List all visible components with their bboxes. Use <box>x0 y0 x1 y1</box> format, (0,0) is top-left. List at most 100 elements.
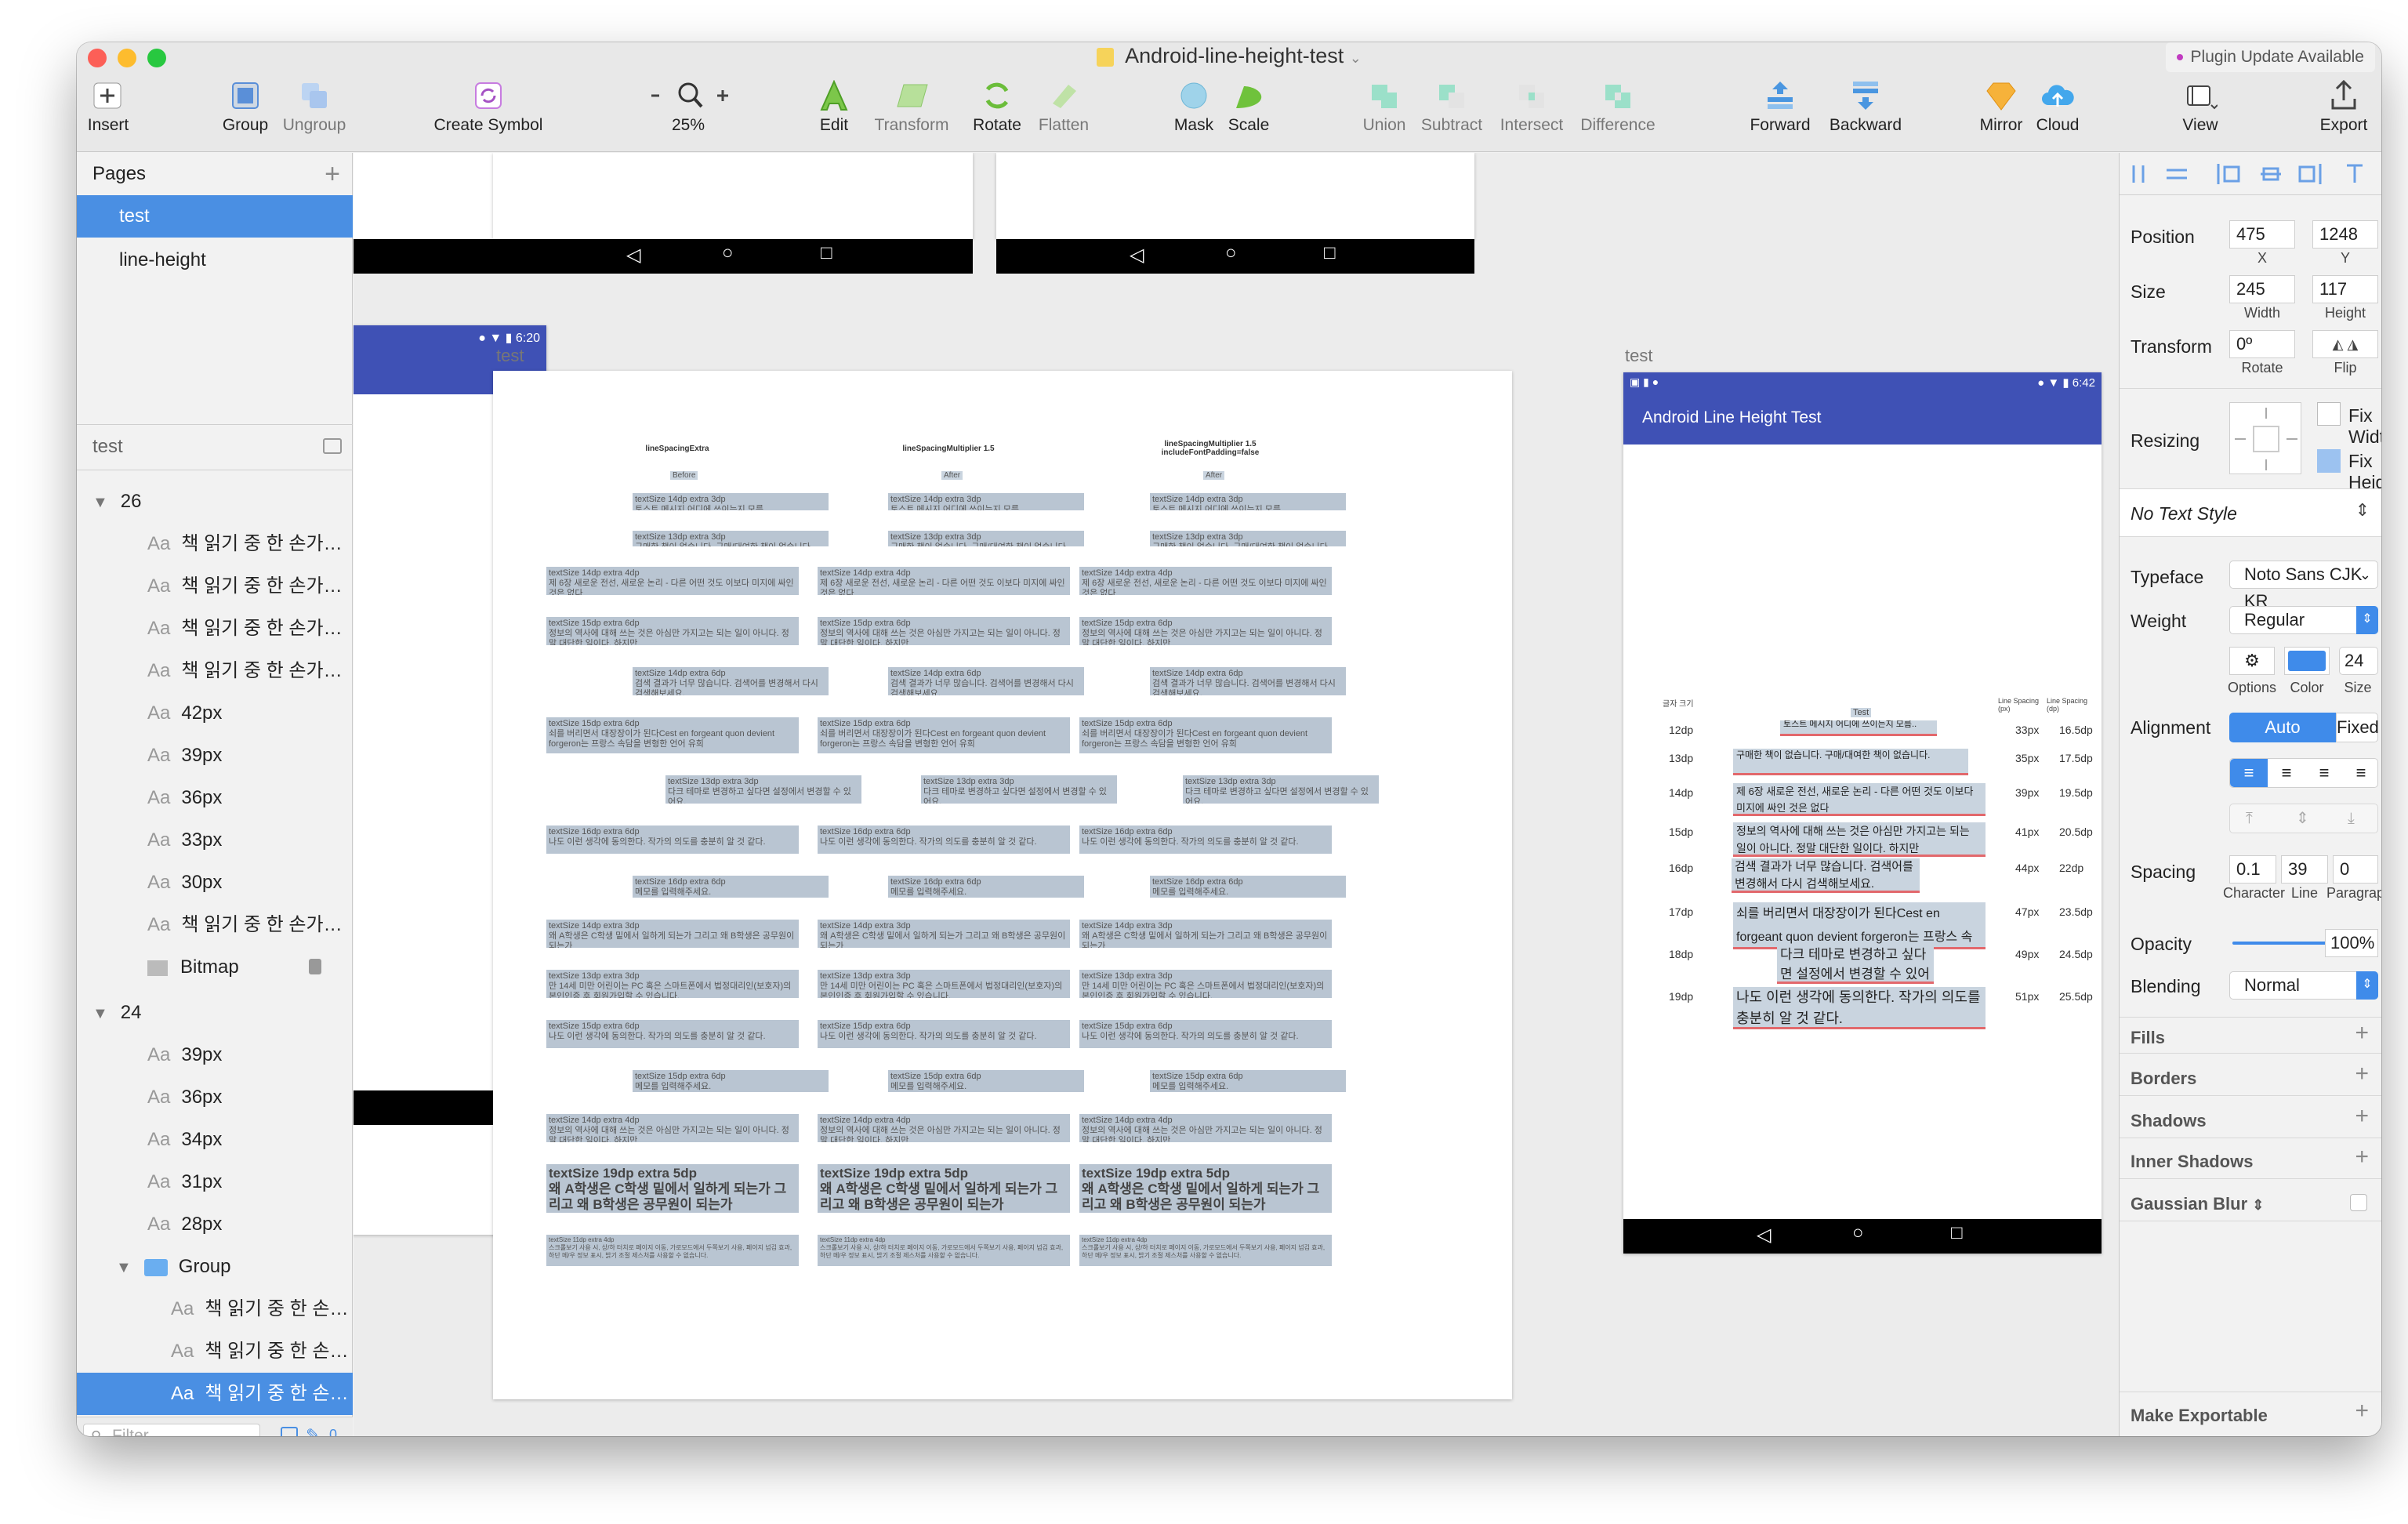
test-text-block[interactable]: 토스트 메시지 어디에 쓰이는지 모름.. <box>1780 720 1937 736</box>
make-exportable-section[interactable]: Make Exportable <box>2131 1406 2268 1426</box>
vertical-align-segment[interactable]: ⤒ ⇕ ⤓ <box>2229 804 2378 833</box>
align-bottom-icon[interactable]: ⤓ <box>2348 804 2355 833</box>
test-text-block[interactable]: 나도 이런 생각에 동의한다. 작가의 의도를 충분히 알 것 같다. <box>1733 987 1986 1029</box>
add-export-plus-icon[interactable]: + <box>2355 1398 2369 1424</box>
test-text-block[interactable]: 제 6장 새로운 전선, 새로운 논리 - 다른 어떤 것도 이보다 미지에 싸… <box>1733 783 1986 816</box>
text-block[interactable]: textSize 14dp extra 3dp 왜 A학생은 C학생 밑에서 일하… <box>1079 920 1332 948</box>
scale-button[interactable]: Scale <box>1221 80 1276 135</box>
forward-button[interactable]: Forward <box>1745 80 1815 135</box>
layer-item[interactable]: Aa 31px <box>77 1161 353 1203</box>
edit-button[interactable]: Edit <box>811 79 858 135</box>
insert-button[interactable]: Insert <box>83 80 133 135</box>
text-block[interactable]: textSize 19dp extra 5dp 왜 A학생은 C학생 밑에서 일하… <box>546 1164 799 1213</box>
layer-item[interactable]: Aa 책 읽기 중 한 손가… <box>77 523 353 565</box>
text-block[interactable]: textSize 14dp extra 4dp 정보의 역사에 대해 쓰는 것은 … <box>546 1114 799 1142</box>
shadows-section[interactable]: Shadows <box>2131 1111 2207 1131</box>
cloud-button[interactable]: Cloud <box>2030 80 2085 135</box>
text-block[interactable]: textSize 14dp extra 4dp 제 6장 새로운 전선, 새로운 … <box>546 567 799 595</box>
align-middle-icon[interactable]: ⇕ <box>2296 804 2309 833</box>
intersect-button[interactable]: Intersect <box>1494 80 1569 135</box>
text-block[interactable]: textSize 14dp extra 4dp 정보의 역사에 대해 쓰는 것은 … <box>1079 1114 1332 1142</box>
mask-button[interactable]: Mask <box>1166 80 1221 135</box>
borders-section[interactable]: Borders <box>2131 1069 2196 1089</box>
layer-item[interactable]: Aa 책 읽기 중 한 손가… <box>77 565 353 608</box>
filter-input[interactable]: Filter <box>83 1424 260 1436</box>
layer-item-selected[interactable]: Aa 책 읽기 중 한 손… <box>77 1373 353 1415</box>
artboard-top[interactable] <box>996 153 1474 239</box>
text-block[interactable]: textSize 14dp extra 6dp 검색 결과가 너무 많습니다. 검… <box>633 667 829 695</box>
text-block[interactable]: textSize 11dp extra 4dp 스크롤보기 사용 시, 상/하 터… <box>818 1235 1070 1266</box>
view-button[interactable]: View <box>2173 80 2228 135</box>
text-block[interactable]: textSize 14dp extra 4dp 정보의 역사에 대해 쓰는 것은 … <box>818 1114 1070 1142</box>
text-color-well[interactable] <box>2284 647 2330 675</box>
align-center-icon[interactable]: ≡ <box>2268 759 2305 787</box>
fix-height-icon[interactable] <box>2317 449 2341 473</box>
text-block[interactable]: textSize 16dp extra 6dp 나도 이런 생각에 동의한다. 작… <box>818 826 1070 854</box>
text-block[interactable]: textSize 14dp extra 4dp 제 6장 새로운 전선, 새로운 … <box>818 567 1070 595</box>
artboard-label[interactable]: test <box>496 346 524 366</box>
text-block[interactable]: textSize 13dp extra 3dp 다크 테마로 변경하고 싶다면 설… <box>1183 775 1379 804</box>
text-block[interactable]: textSize 15dp extra 6dp 메모를 입력해주세요. <box>1150 1070 1346 1092</box>
canvas[interactable]: ◁ ○ □ ◁ ○ □ ● ▼ ▮ 6:20 test lineSpacingE… <box>354 153 2119 1436</box>
height-input[interactable]: 117 <box>2312 275 2378 303</box>
add-inner-shadow-plus-icon[interactable]: + <box>2355 1144 2369 1170</box>
chevron-down-icon[interactable]: ⌄ <box>1350 50 1362 66</box>
text-block[interactable]: textSize 15dp extra 6dp 나도 이런 생각에 동의한다. 작… <box>818 1020 1070 1048</box>
artboard-label[interactable]: test <box>1625 346 1652 366</box>
text-block[interactable]: textSize 15dp extra 6dp 나도 이런 생각에 동의한다. 작… <box>1079 1020 1332 1048</box>
layer-item[interactable]: Aa 책 읽기 중 한 손가… <box>77 608 353 650</box>
character-spacing-input[interactable]: 0.1 <box>2229 855 2276 884</box>
text-block[interactable]: textSize 13dp extra 3dp구매한 책이 없습니다. 구매/대… <box>633 531 829 546</box>
fixed-width-toggle[interactable]: Fixed <box>2336 713 2379 742</box>
text-block[interactable]: textSize 14dp extra 3dp 토스트 메시지 어디에 쓰이는지 … <box>888 493 1084 510</box>
text-block[interactable]: textSize 14dp extra 6dp 검색 결과가 너무 많습니다. 검… <box>888 667 1084 695</box>
difference-button[interactable]: Difference <box>1572 80 1663 135</box>
test-text-block[interactable]: 쇠를 버리면서 대장장이가 된다Cest en forgeant quon de… <box>1733 902 1986 949</box>
page-item-test[interactable]: test <box>77 195 353 238</box>
layer-item[interactable]: Aa 36px <box>77 1076 353 1119</box>
mirror-button[interactable]: Mirror <box>1974 80 2029 135</box>
collapse-all-icon[interactable] <box>323 438 342 454</box>
layer-item[interactable]: Aa 책 읽기 중 한 손… <box>77 1330 353 1373</box>
weight-select[interactable]: Regular ⇕ <box>2229 606 2378 634</box>
text-block[interactable]: textSize 14dp extra 3dp 왜 A학생은 C학생 밑에서 일하… <box>818 920 1070 948</box>
add-fill-plus-icon[interactable]: + <box>2355 1020 2369 1047</box>
add-border-plus-icon[interactable]: + <box>2355 1061 2369 1087</box>
y-input[interactable]: 1248 <box>2312 220 2378 249</box>
slice-filter-icon[interactable]: ✎ <box>306 1425 320 1436</box>
text-block[interactable]: textSize 14dp extra 3dp 왜 A학생은 C학생 밑에서 일하… <box>546 920 799 948</box>
flip-buttons[interactable]: ◭ ◮ <box>2312 330 2378 358</box>
plugin-update-badge[interactable]: Plugin Update Available <box>2165 42 2375 72</box>
lock-icon[interactable] <box>309 959 321 974</box>
flip-horizontal-icon[interactable]: ◭ <box>2333 336 2344 352</box>
layer-item[interactable]: Aa 36px <box>77 777 353 819</box>
group-button[interactable]: Group <box>218 80 273 135</box>
layer-item[interactable]: Aa 34px <box>77 1119 353 1161</box>
add-page-plus-icon[interactable]: + <box>325 153 340 195</box>
transform-button[interactable]: Transform <box>869 80 955 135</box>
line-height-input[interactable]: 39 <box>2281 855 2328 884</box>
text-block[interactable]: textSize 16dp extra 6dp 메모를 입력해주세요. <box>1150 876 1346 898</box>
text-style-picker[interactable]: No Text Style ⇕ <box>2120 488 2381 537</box>
text-block[interactable]: textSize 14dp extra 6dp 검색 결과가 너무 많습니다. 검… <box>1150 667 1346 695</box>
paragraph-spacing-input[interactable]: 0 <box>2333 855 2378 884</box>
artboard-test[interactable]: lineSpacingExtra Before textSize 14dp extr… <box>493 371 1512 1399</box>
test-text-block[interactable]: 구매한 책이 없습니다. 구매/대여한 책이 없습니다. <box>1733 749 1968 775</box>
layer-item[interactable]: Aa 책 읽기 중 한 손가… <box>77 904 353 946</box>
rotate-input[interactable]: 0º <box>2229 330 2295 358</box>
disclosure-triangle-icon[interactable]: ▼ <box>92 494 108 511</box>
text-block[interactable]: textSize 13dp extra 3dp 만 14세 미만 어린이는 PC … <box>546 970 799 998</box>
symbols-filter-icon[interactable] <box>281 1427 298 1436</box>
union-button[interactable]: Union <box>1354 80 1414 135</box>
text-block[interactable]: textSize 13dp extra 3dp구매한 책이 없습니다. 구매/대… <box>888 531 1084 546</box>
test-text-block[interactable]: 검색 결과가 너무 많습니다. 검색어를 변경해서 다시 검색해보세요. <box>1732 858 1920 893</box>
gaussian-blur-section[interactable]: Gaussian Blur ⇕ <box>2131 1194 2264 1214</box>
subtract-button[interactable]: Subtract <box>1414 80 1489 135</box>
artboard-top[interactable] <box>493 153 973 239</box>
backward-button[interactable]: Backward <box>1826 80 1905 135</box>
align-top-icon[interactable]: ⤒ <box>2246 804 2253 833</box>
ungroup-button[interactable]: Ungroup <box>279 80 350 135</box>
disclosure-triangle-icon[interactable]: ▼ <box>116 1259 132 1276</box>
text-block[interactable]: textSize 16dp extra 6dp 나도 이런 생각에 동의한다. 작… <box>1079 826 1332 854</box>
test-text-block[interactable]: 정보의 역사에 대해 쓰는 것은 아심만 가지고는 되는 일이 아니다. 정말 … <box>1733 822 1986 857</box>
